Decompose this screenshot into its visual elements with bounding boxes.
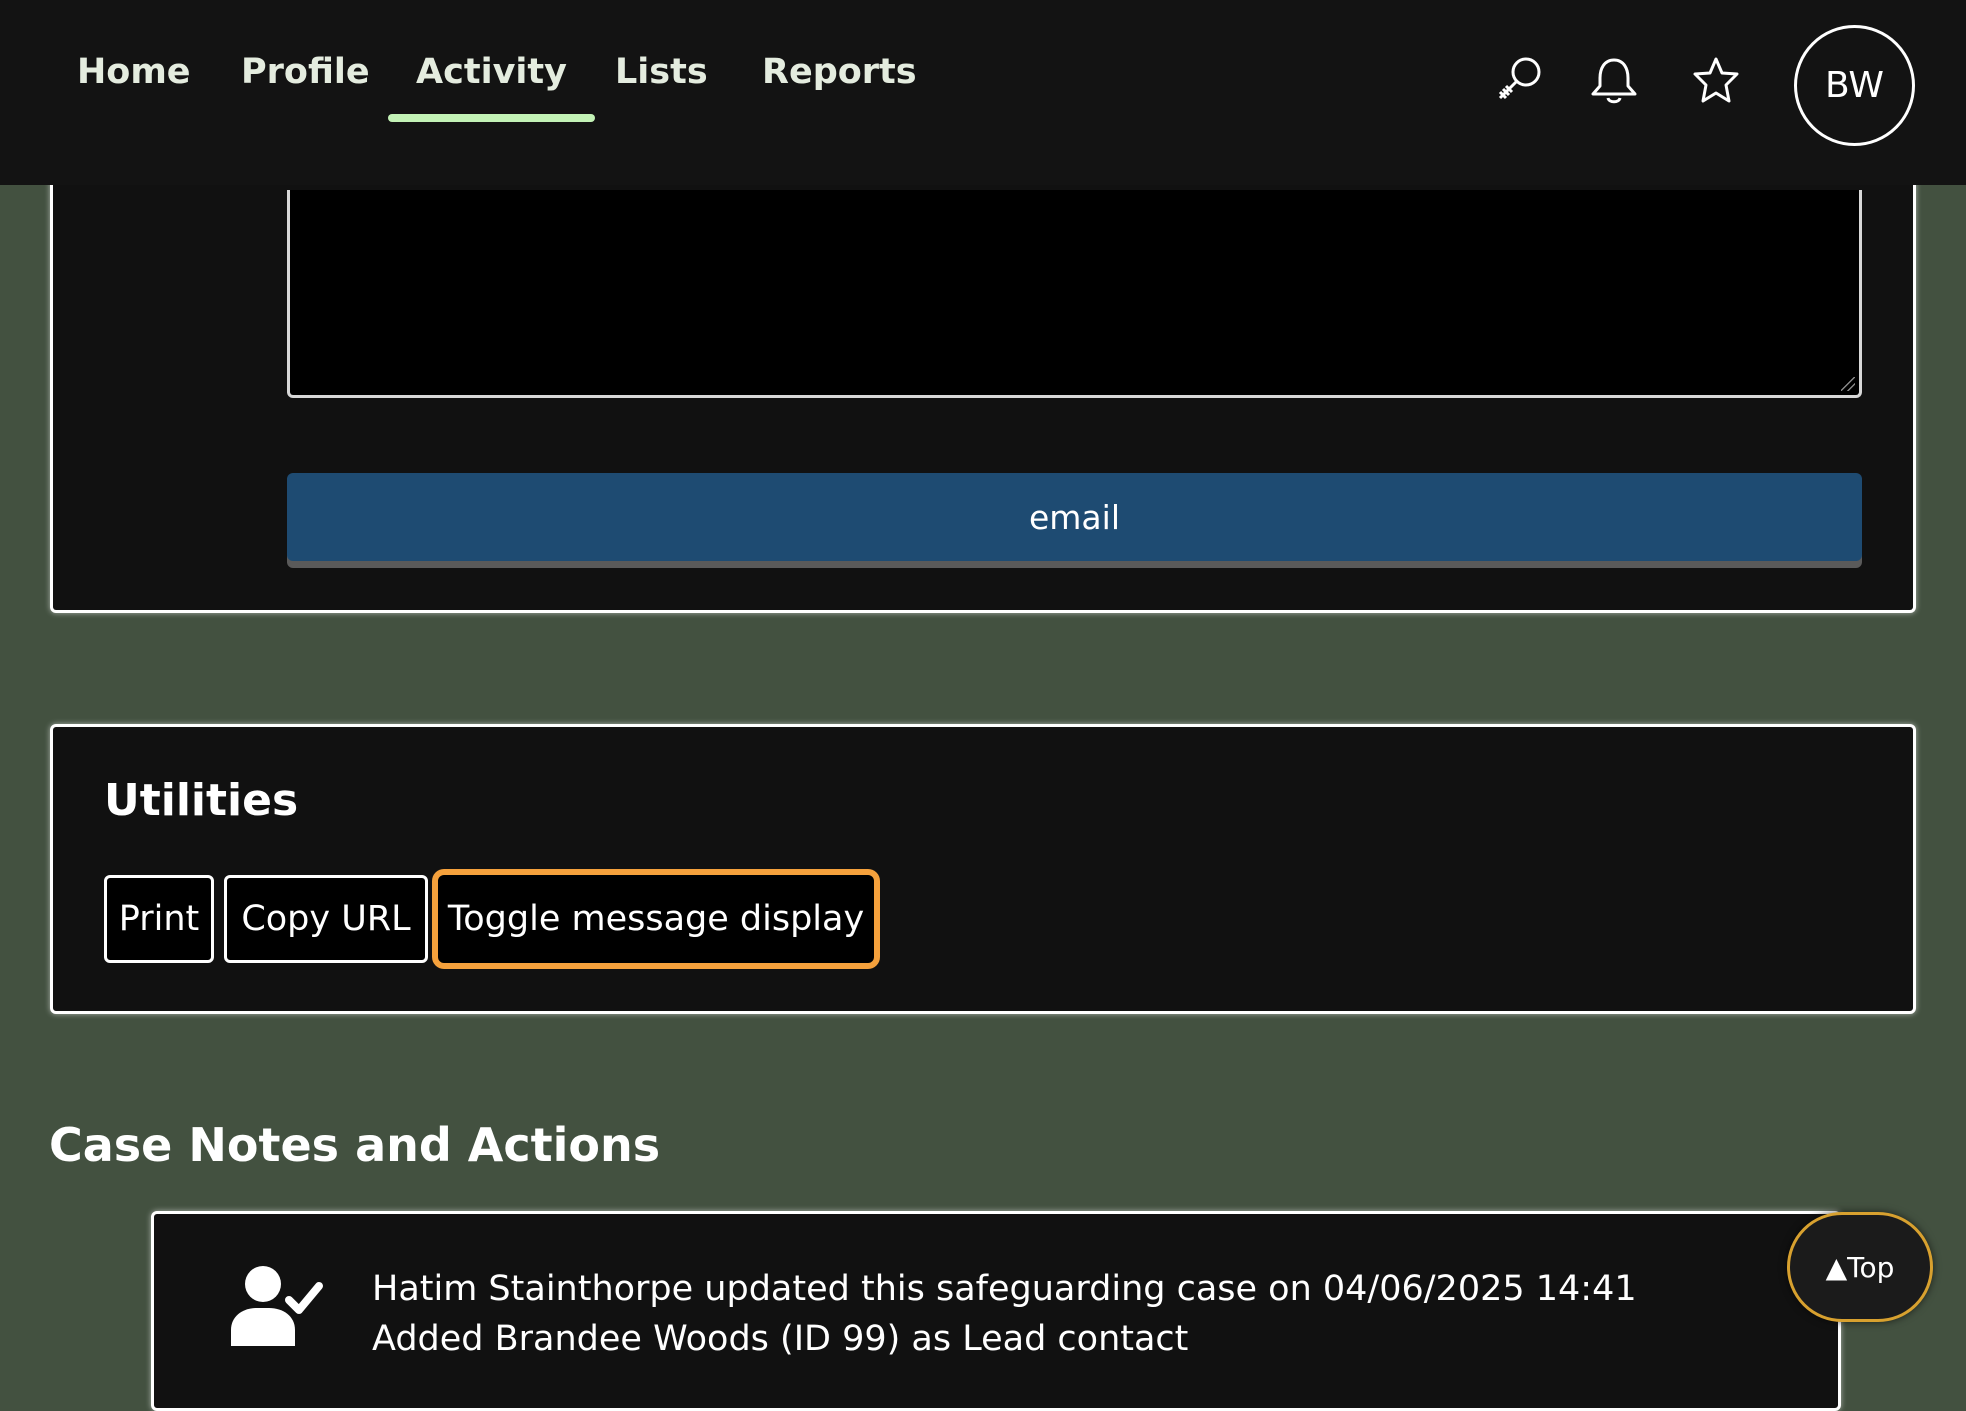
email-form-panel: email [50,140,1916,613]
case-note-summary: Hatim Stainthorpe updated this safeguard… [372,1269,1637,1309]
search-icon[interactable] [1492,54,1546,108]
star-icon[interactable] [1689,54,1743,108]
print-button[interactable]: Print [104,875,214,963]
case-note-detail: Added Brandee Woods (ID 99) as Lead cont… [372,1319,1189,1359]
bell-icon[interactable] [1587,54,1641,108]
nav-reports[interactable]: Reports [762,52,917,92]
message-textarea[interactable] [287,190,1862,398]
nav-home[interactable]: Home [77,52,191,92]
toggle-message-display-button[interactable]: Toggle message display [438,875,874,963]
user-check-icon [229,1264,329,1346]
resize-handle-icon[interactable] [1841,377,1855,391]
user-avatar[interactable]: BW [1794,25,1915,146]
case-note-entry: Hatim Stainthorpe updated this safeguard… [151,1211,1841,1411]
nav-profile[interactable]: Profile [241,52,370,92]
utilities-panel: Utilities Print Copy URL Toggle message … [50,724,1916,1014]
utilities-heading: Utilities [104,775,299,826]
nav-lists[interactable]: Lists [615,52,708,92]
top-navigation: Home Profile Activity Lists Reports BW [0,0,1966,185]
back-to-top-button[interactable]: ▲Top [1787,1212,1933,1322]
email-button[interactable]: email [287,473,1862,561]
copy-url-button[interactable]: Copy URL [224,875,428,963]
nav-activity[interactable]: Activity [388,52,595,122]
case-notes-heading: Case Notes and Actions [49,1118,661,1172]
